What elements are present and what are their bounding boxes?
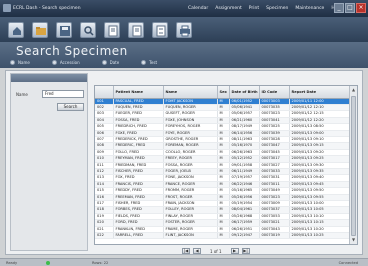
search-panel: Name Fred Search [10,73,88,251]
search-panel-header [11,74,87,82]
minimize-button[interactable]: _ [334,3,344,13]
pager: |◀ ◀ 1 of 1 ▶ ▶| [182,248,250,254]
page-title: Search Specimen [16,44,128,58]
table-body: 001 PASCUAL, FRED FOMT JACKSON M 06/01/1952 0… [95,98,352,240]
connection-status: Connected [338,261,358,265]
scroll-up-icon[interactable]: ▲ [351,87,356,93]
status-bar: Ready Rows: 22 Connected [0,258,368,266]
table-cell: 022 [95,232,114,240]
menu-item-maintenance[interactable]: Maintenance [295,6,324,11]
results-table: Patient Name Name Sex Date of Birth ID C… [94,85,358,245]
column-header-dob[interactable]: Date of Birth [229,86,260,99]
menu-item-specimen[interactable]: Specimen [266,6,288,11]
search-mode-radios: Name Accession Date Test [10,60,157,65]
column-header-name[interactable]: Name [163,86,218,99]
window-title: ECRL Dash - Search specimen [13,6,81,11]
radio-date[interactable]: Date [101,60,120,65]
print-icon[interactable] [176,21,192,38]
table-header-row: Patient Name Name Sex Date of Birth ID C… [95,86,352,99]
menu-bar: Calendar Assignment Print Specimen Maint… [188,6,342,11]
window-controls: _ □ × [334,3,366,13]
folder-icon[interactable] [32,21,48,38]
document-icon[interactable] [152,21,168,38]
page-indicator: 1 of 1 [210,248,222,254]
menu-item-assignment[interactable]: Assignment [215,6,242,11]
table-cell: M [217,232,230,240]
app-window: ECRL Dash - Search specimen Calendar Ass… [0,0,368,266]
toolbar [0,17,368,42]
content-area: Name Fred Search Patient Name Name Sex D… [5,70,363,255]
scrollbar-thumb[interactable] [351,96,356,236]
search-icon[interactable] [80,21,96,38]
name-search-input[interactable]: Fred [42,90,84,98]
document-icon[interactable] [128,21,144,38]
heading-band: Search Specimen Name Accession Date Test [0,42,368,68]
vertical-scrollbar[interactable]: ▲ ▼ [349,86,357,244]
save-icon[interactable] [56,21,72,38]
menu-item-calendar[interactable]: Calendar [188,6,208,11]
maximize-button[interactable]: □ [345,3,355,13]
table-row[interactable]: 022 FARRELL, FRED FLINT, JACKSON M 09/12/194… [95,232,352,240]
radio-label: Date [109,60,120,65]
column-header-report-date[interactable]: Report Date [289,86,352,99]
status-text: Ready [6,261,18,265]
home-icon[interactable] [8,21,24,38]
close-button[interactable]: × [356,3,366,13]
row-count: Rows: 22 [92,261,109,265]
search-button[interactable]: Search [57,103,84,111]
radio-dot[interactable] [141,60,147,65]
column-header-sex[interactable]: Sex [217,86,230,99]
radio-dot[interactable] [51,60,57,65]
table-cell: FARRELL, FRED [113,232,164,240]
radio-name[interactable]: Name [10,60,30,65]
title-bar: ECRL Dash - Search specimen Calendar Ass… [0,0,368,17]
first-page-button[interactable]: |◀ [182,248,190,254]
column-header-patient-name[interactable]: Patient Name [113,86,164,99]
menu-item-print[interactable]: Print [249,6,259,11]
prev-page-button[interactable]: ◀ [193,248,201,254]
status-led-icon [46,261,50,265]
radio-label: Accession [59,60,80,65]
app-logo-icon [3,4,11,12]
radio-test[interactable]: Test [141,60,157,65]
radio-label: Test [149,60,158,65]
last-page-button[interactable]: ▶| [241,248,250,254]
radio-label: Name [18,60,30,65]
radio-dot[interactable] [10,60,15,65]
table-cell: 09/12/1947 [229,232,260,240]
table-cell: 00073019 [259,232,290,240]
table-cell: FLINT, JACKSON [163,232,218,240]
scroll-down-icon[interactable]: ▼ [351,237,356,243]
name-label: Name [16,92,28,97]
document-icon[interactable] [104,21,120,38]
radio-accession[interactable]: Accession [51,60,80,65]
radio-dot[interactable] [101,60,107,65]
column-header-id-code[interactable]: ID Code [259,86,290,99]
next-page-button[interactable]: ▶ [230,248,239,254]
table-cell: 2009/01/13 10:25 [289,232,352,240]
column-header-index[interactable] [95,86,114,99]
